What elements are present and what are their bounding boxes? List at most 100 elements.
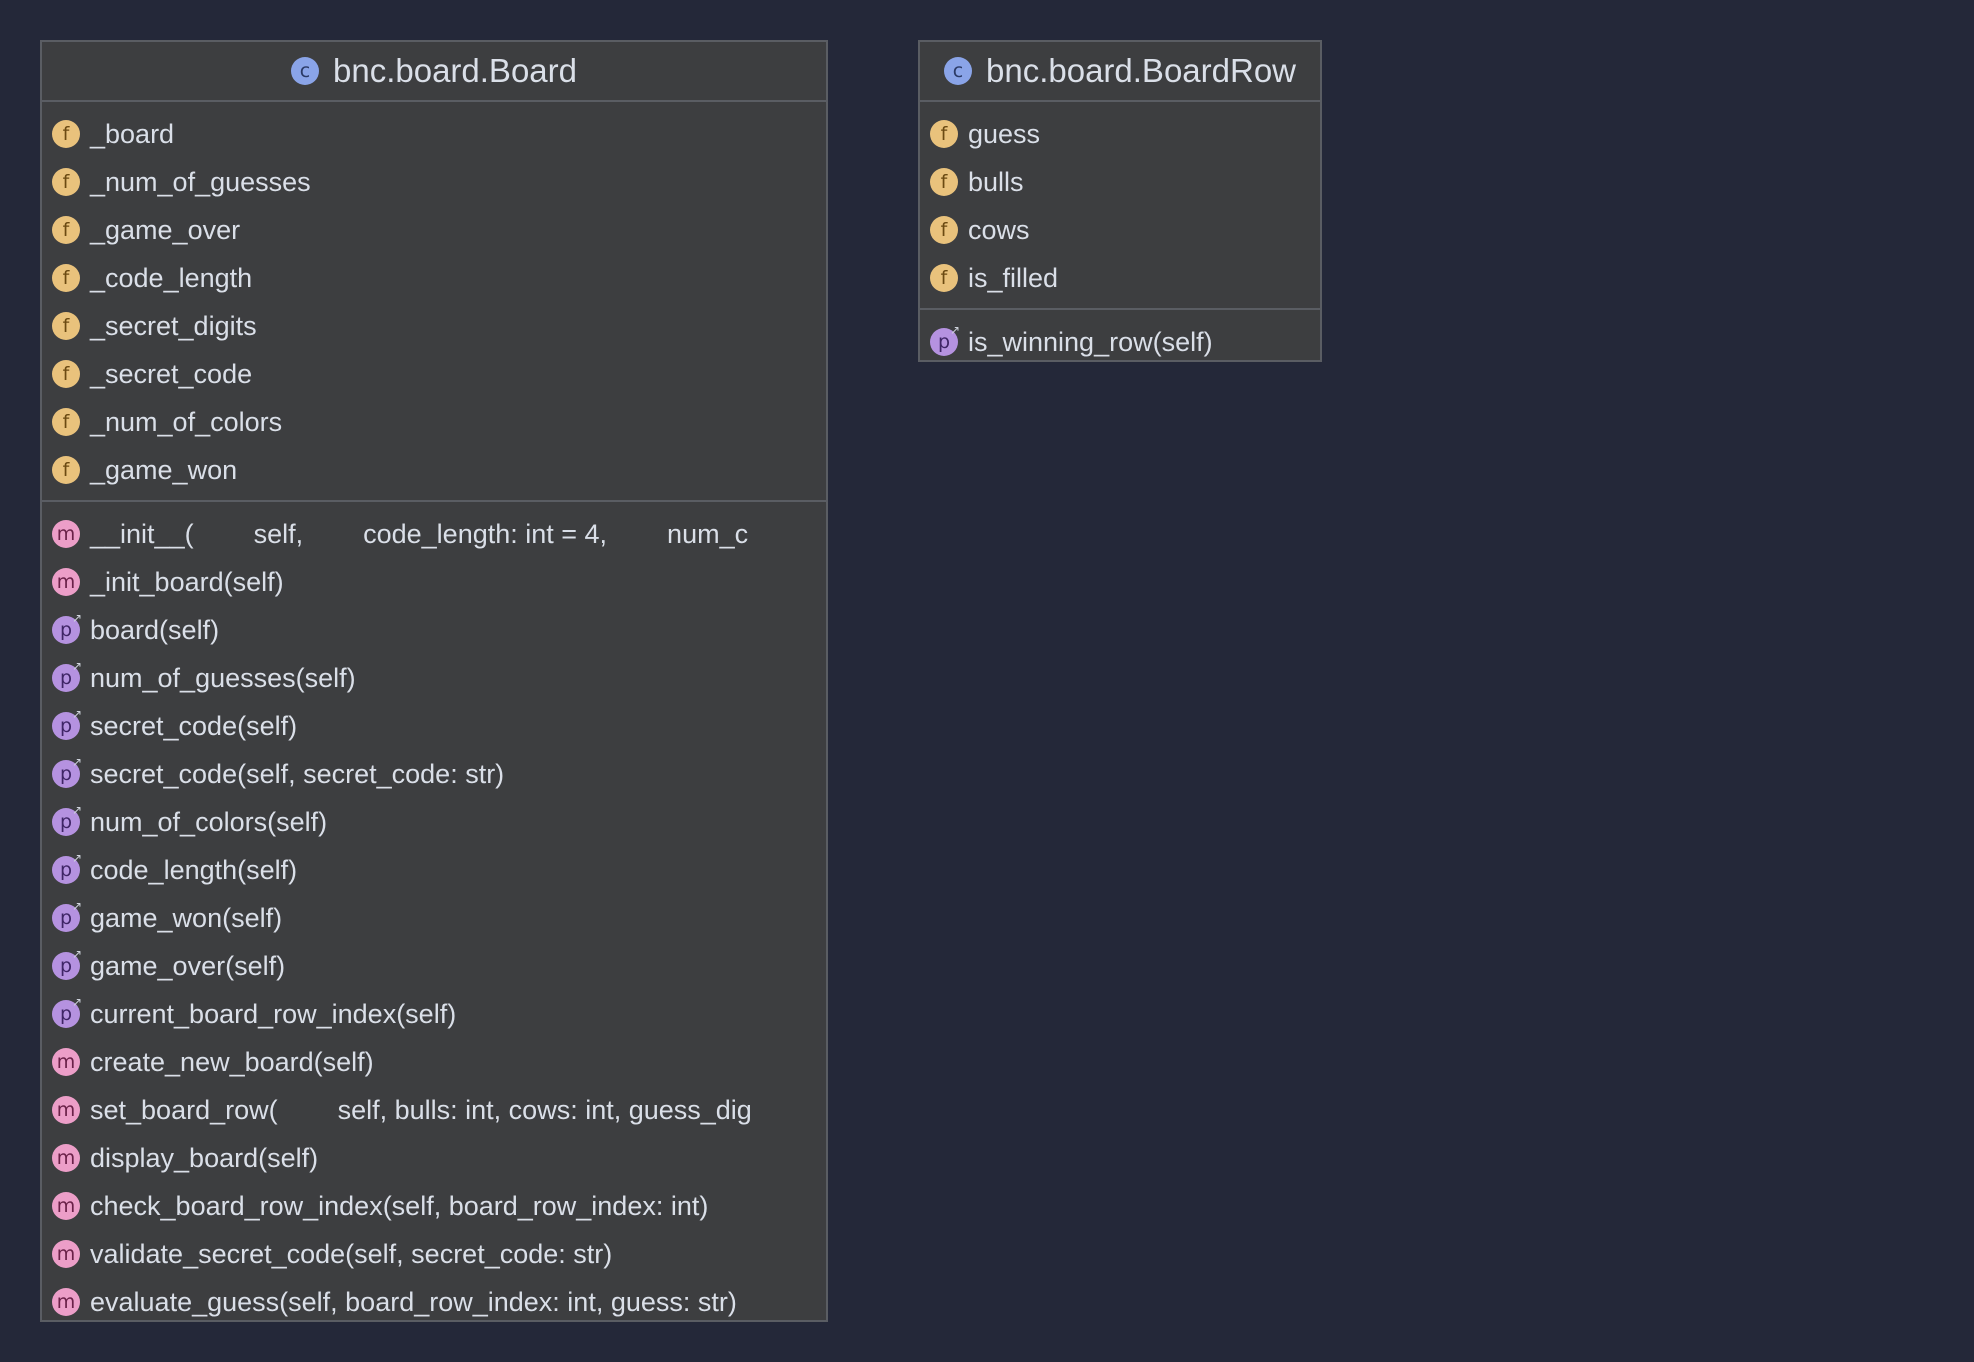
- property-icon-letter: p: [59, 666, 73, 689]
- property-signature: is_winning_row(self): [968, 326, 1213, 357]
- field-name: _secret_digits: [90, 310, 257, 341]
- class-icon: c: [943, 57, 972, 85]
- field-name: _game_won: [90, 454, 238, 485]
- method-signature: validate_secret_code(self, secret_code: …: [90, 1238, 613, 1269]
- field-row[interactable]: f cows: [920, 206, 1320, 254]
- field-row[interactable]: f _game_won: [42, 446, 826, 494]
- property-marker-icon: ↗: [71, 947, 82, 961]
- property-icon: p ↗: [52, 708, 82, 740]
- property-signature: num_of_guesses(self): [90, 662, 356, 693]
- method-icon: m: [52, 1096, 80, 1124]
- property-icon-letter: p: [59, 618, 73, 641]
- property-icon-letter: p: [59, 906, 73, 929]
- method-signature: __init__( self, code_length: int = 4, nu…: [90, 518, 749, 549]
- class-header: c bnc.board.Board: [42, 42, 826, 102]
- class-box-boardrow[interactable]: c bnc.board.BoardRow f guess f bulls f cows f is_…: [918, 40, 1322, 362]
- class-box-board[interactable]: c bnc.board.Board f _board f _num_of_guesses f…: [40, 40, 828, 1322]
- fields-section: f _board f _num_of_guesses f _game_over f _code…: [42, 102, 826, 500]
- field-name: _num_of_guesses: [90, 166, 311, 197]
- property-row[interactable]: p ↗ board(self): [42, 606, 826, 654]
- field-name: _code_length: [90, 262, 253, 293]
- method-row[interactable]: m set_board_row( self, bulls: int, cows: …: [42, 1086, 826, 1134]
- property-marker-icon: ↗: [949, 323, 960, 337]
- property-signature: game_over(self): [90, 950, 286, 981]
- property-marker-icon: ↗: [71, 659, 82, 673]
- field-row[interactable]: f bulls: [920, 158, 1320, 206]
- property-icon-letter: p: [937, 330, 951, 353]
- property-signature: code_length(self): [90, 854, 298, 885]
- method-row[interactable]: m check_board_row_index(self, board_row_i…: [42, 1182, 826, 1230]
- property-row[interactable]: p ↗ secret_code(self, secret_code: str): [42, 750, 826, 798]
- property-signature: board(self): [90, 614, 220, 645]
- method-row[interactable]: m create_new_board(self): [42, 1038, 826, 1086]
- method-signature: display_board(self): [90, 1142, 319, 1173]
- field-name: guess: [968, 118, 1041, 149]
- field-row[interactable]: f _secret_digits: [42, 302, 826, 350]
- methods-section: m __init__( self, code_length: int = 4, n…: [42, 500, 826, 1320]
- method-icon: m: [52, 1144, 80, 1172]
- method-row[interactable]: m evaluate_guess(self, board_row_index: i…: [42, 1278, 826, 1320]
- method-row[interactable]: m validate_secret_code(self, secret_code:…: [42, 1230, 826, 1278]
- field-icon: f: [52, 168, 80, 196]
- property-signature: secret_code(self): [90, 710, 298, 741]
- property-row[interactable]: p ↗ current_board_row_index(self): [42, 990, 826, 1038]
- method-signature: evaluate_guess(self, board_row_index: in…: [90, 1286, 737, 1317]
- property-icon: p ↗: [52, 852, 82, 884]
- field-name: _board: [90, 118, 175, 149]
- property-icon-letter: p: [59, 858, 73, 881]
- property-signature: current_board_row_index(self): [90, 998, 457, 1029]
- class-header: c bnc.board.BoardRow: [920, 42, 1320, 102]
- property-icon: p ↗: [52, 756, 82, 788]
- property-icon: p ↗: [52, 804, 82, 836]
- property-row[interactable]: p ↗ num_of_guesses(self): [42, 654, 826, 702]
- property-row[interactable]: p ↗ secret_code(self): [42, 702, 826, 750]
- property-row[interactable]: p ↗ game_over(self): [42, 942, 826, 990]
- property-icon-letter: p: [59, 1002, 73, 1025]
- method-signature: set_board_row( self, bulls: int, cows: i…: [90, 1094, 752, 1125]
- field-icon: f: [52, 264, 80, 292]
- property-row[interactable]: p ↗ game_won(self): [42, 894, 826, 942]
- property-signature: secret_code(self, secret_code: str): [90, 758, 505, 789]
- property-icon: p ↗: [52, 612, 82, 644]
- property-icon-letter: p: [59, 714, 73, 737]
- property-row[interactable]: p ↗ num_of_colors(self): [42, 798, 826, 846]
- field-name: is_filled: [968, 262, 1059, 293]
- property-icon-letter: p: [59, 762, 73, 785]
- method-icon: m: [52, 520, 80, 548]
- method-row[interactable]: m __init__( self, code_length: int = 4, n…: [42, 510, 826, 558]
- field-icon: f: [52, 216, 80, 244]
- method-icon: m: [52, 1048, 80, 1076]
- field-icon: f: [52, 312, 80, 340]
- property-marker-icon: ↗: [71, 803, 82, 817]
- class-icon: c: [290, 57, 319, 85]
- field-icon: f: [52, 456, 80, 484]
- method-icon: m: [52, 1192, 80, 1220]
- property-icon: p ↗: [52, 996, 82, 1028]
- method-row[interactable]: m display_board(self): [42, 1134, 826, 1182]
- property-marker-icon: ↗: [71, 611, 82, 625]
- class-name: bnc.board.BoardRow: [985, 52, 1297, 89]
- field-icon: f: [930, 168, 958, 196]
- methods-section: p ↗ is_winning_row(self): [920, 308, 1320, 360]
- field-row[interactable]: f _code_length: [42, 254, 826, 302]
- field-icon: f: [930, 264, 958, 292]
- field-row[interactable]: f _board: [42, 110, 826, 158]
- property-row[interactable]: p ↗ is_winning_row(self): [920, 318, 1320, 360]
- property-row[interactable]: p ↗ code_length(self): [42, 846, 826, 894]
- field-row[interactable]: f guess: [920, 110, 1320, 158]
- method-row[interactable]: m _init_board(self): [42, 558, 826, 606]
- field-row[interactable]: f _num_of_guesses: [42, 158, 826, 206]
- field-row[interactable]: f _num_of_colors: [42, 398, 826, 446]
- fields-section: f guess f bulls f cows f is_filled: [920, 102, 1320, 308]
- property-signature: game_won(self): [90, 902, 283, 933]
- property-marker-icon: ↗: [71, 995, 82, 1009]
- field-name: _secret_code: [90, 358, 253, 389]
- field-row[interactable]: f _game_over: [42, 206, 826, 254]
- field-row[interactable]: f is_filled: [920, 254, 1320, 302]
- method-signature: create_new_board(self): [90, 1046, 374, 1077]
- field-row[interactable]: f _secret_code: [42, 350, 826, 398]
- property-icon: p ↗: [52, 900, 82, 932]
- class-name: bnc.board.Board: [332, 52, 577, 89]
- method-signature: check_board_row_index(self, board_row_in…: [90, 1190, 709, 1221]
- field-icon: f: [52, 120, 80, 148]
